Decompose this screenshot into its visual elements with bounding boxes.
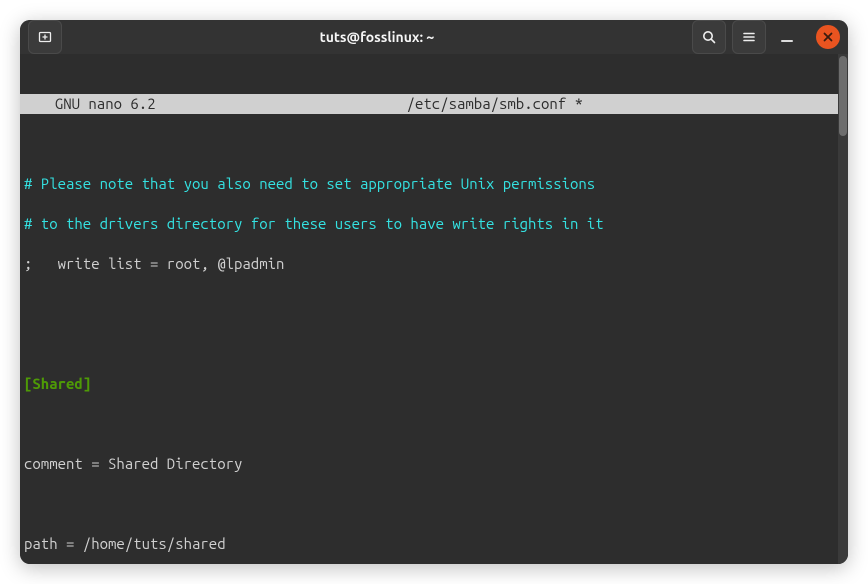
editor-blank-line — [24, 294, 834, 314]
editor-content[interactable]: # Please note that you also need to set … — [20, 154, 838, 564]
search-button[interactable] — [692, 20, 726, 54]
minimize-button[interactable] — [772, 22, 802, 52]
editor-line: path = /home/tuts/shared — [24, 534, 834, 554]
editor-blank-line — [24, 334, 834, 354]
nano-filename: /etc/samba/smb.conf * — [156, 94, 834, 114]
menu-icon — [741, 29, 757, 45]
scrollbar-thumb[interactable] — [839, 56, 847, 136]
editor-blank-line — [24, 414, 834, 434]
terminal-window: tuts@fosslinux: ~ — [20, 20, 848, 564]
menu-button[interactable] — [732, 20, 766, 54]
editor-line: # Please note that you also need to set … — [24, 174, 834, 194]
new-tab-icon — [37, 29, 53, 45]
editor-line: ; write list = root, @lpadmin — [24, 254, 834, 274]
close-button[interactable] — [816, 25, 840, 49]
editor-section-line: [Shared] — [24, 374, 834, 394]
editor-blank-line — [24, 494, 834, 514]
titlebar: tuts@fosslinux: ~ — [20, 20, 848, 54]
editor-line: # to the drivers directory for these use… — [24, 214, 834, 234]
minimize-icon — [780, 30, 794, 44]
close-icon — [823, 32, 833, 42]
window-title: tuts@fosslinux: ~ — [66, 29, 688, 45]
terminal-content: GNU nano 6.2 /etc/samba/smb.conf * # Ple… — [20, 54, 838, 564]
search-icon — [701, 29, 717, 45]
editor-line: comment = Shared Directory — [24, 454, 834, 474]
scrollbar[interactable] — [838, 54, 848, 564]
nano-header: GNU nano 6.2 /etc/samba/smb.conf * — [20, 94, 838, 114]
terminal-area[interactable]: GNU nano 6.2 /etc/samba/smb.conf * # Ple… — [20, 54, 848, 564]
new-tab-button[interactable] — [28, 20, 62, 54]
nano-version: GNU nano 6.2 — [24, 94, 156, 114]
